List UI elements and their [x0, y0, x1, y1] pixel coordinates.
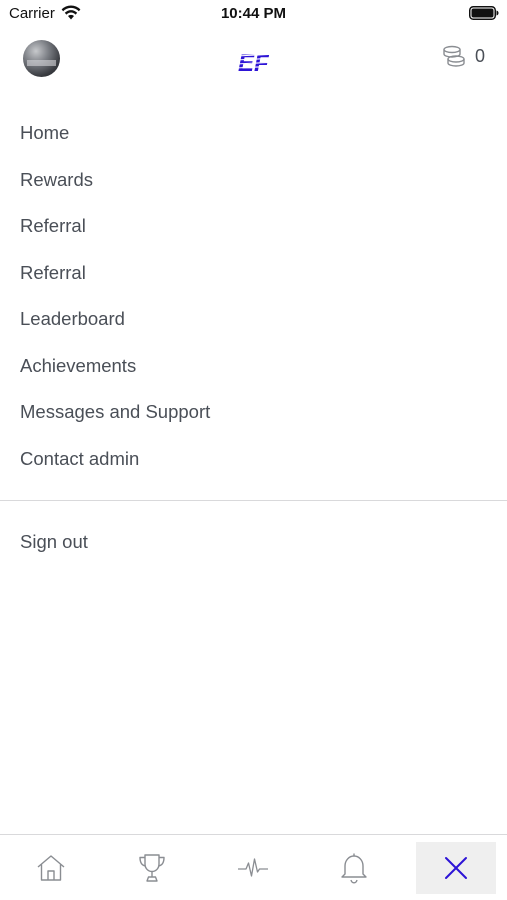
coins-balance[interactable]: 0 [442, 44, 485, 68]
close-icon [445, 857, 467, 879]
status-bar: Carrier 10:44 PM [0, 0, 507, 28]
tab-close-menu[interactable] [416, 842, 496, 894]
menu-item-home[interactable]: Home [0, 110, 507, 157]
tab-leaderboard[interactable] [112, 842, 192, 894]
activity-icon [238, 858, 268, 877]
menu-item-achievements[interactable]: Achievements [0, 343, 507, 390]
menu-item-contact-admin[interactable]: Contact admin [0, 436, 507, 483]
menu-item-leaderboard[interactable]: Leaderboard [0, 296, 507, 343]
menu-item-messages-support[interactable]: Messages and Support [0, 389, 507, 436]
menu-item-rewards[interactable]: Rewards [0, 157, 507, 204]
tab-notifications[interactable] [314, 842, 394, 894]
side-menu: Home Rewards Referral Referral Leaderboa… [0, 110, 507, 482]
trophy-icon [139, 854, 165, 882]
sign-out-button[interactable]: Sign out [0, 519, 507, 566]
sign-out-section: Sign out [0, 519, 507, 566]
coins-icon [443, 45, 465, 67]
home-icon [37, 855, 65, 881]
tab-activity[interactable] [213, 842, 293, 894]
app-header: EF 0 [0, 36, 507, 86]
status-time: 10:44 PM [220, 5, 287, 22]
bottom-tab-bar [0, 834, 507, 900]
battery-icon [469, 6, 499, 20]
menu-divider [0, 500, 507, 501]
menu-item-referral-2[interactable]: Referral [0, 250, 507, 297]
avatar[interactable] [23, 40, 60, 77]
app-screen: Carrier 10:44 PM EF 0 Home Rewards Refer… [0, 0, 507, 900]
coins-count: 0 [474, 45, 485, 66]
brand-logo: EF [236, 50, 278, 75]
menu-item-referral[interactable]: Referral [0, 203, 507, 250]
tab-home[interactable] [11, 842, 91, 894]
bell-icon [341, 853, 367, 884]
